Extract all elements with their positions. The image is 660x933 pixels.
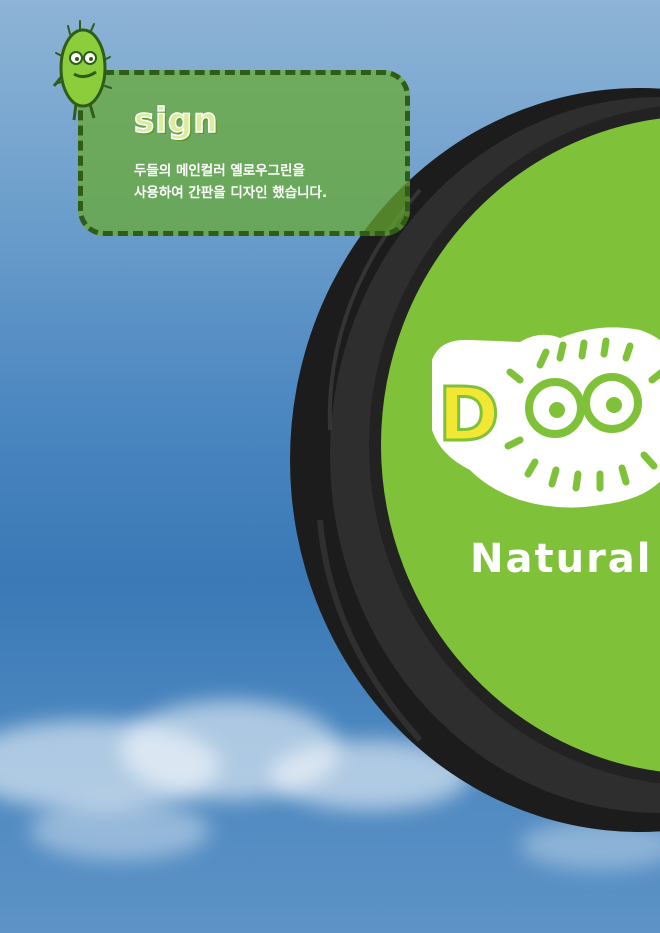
mascot-icon: [50, 16, 120, 126]
info-card-description: 두들의 메인컬러 옐로우그린을 사용하여 간판을 디자인 했습니다.: [134, 160, 404, 204]
info-card-line: 두들의 메인컬러 옐로우그린을: [134, 163, 305, 179]
logo-letter: D: [438, 372, 499, 458]
info-card: [78, 70, 410, 236]
info-card-line: 사용하여 간판을 디자인 했습니다.: [134, 185, 328, 201]
info-card-title: sign: [133, 100, 219, 142]
sign-caption: Natural: [470, 536, 653, 582]
